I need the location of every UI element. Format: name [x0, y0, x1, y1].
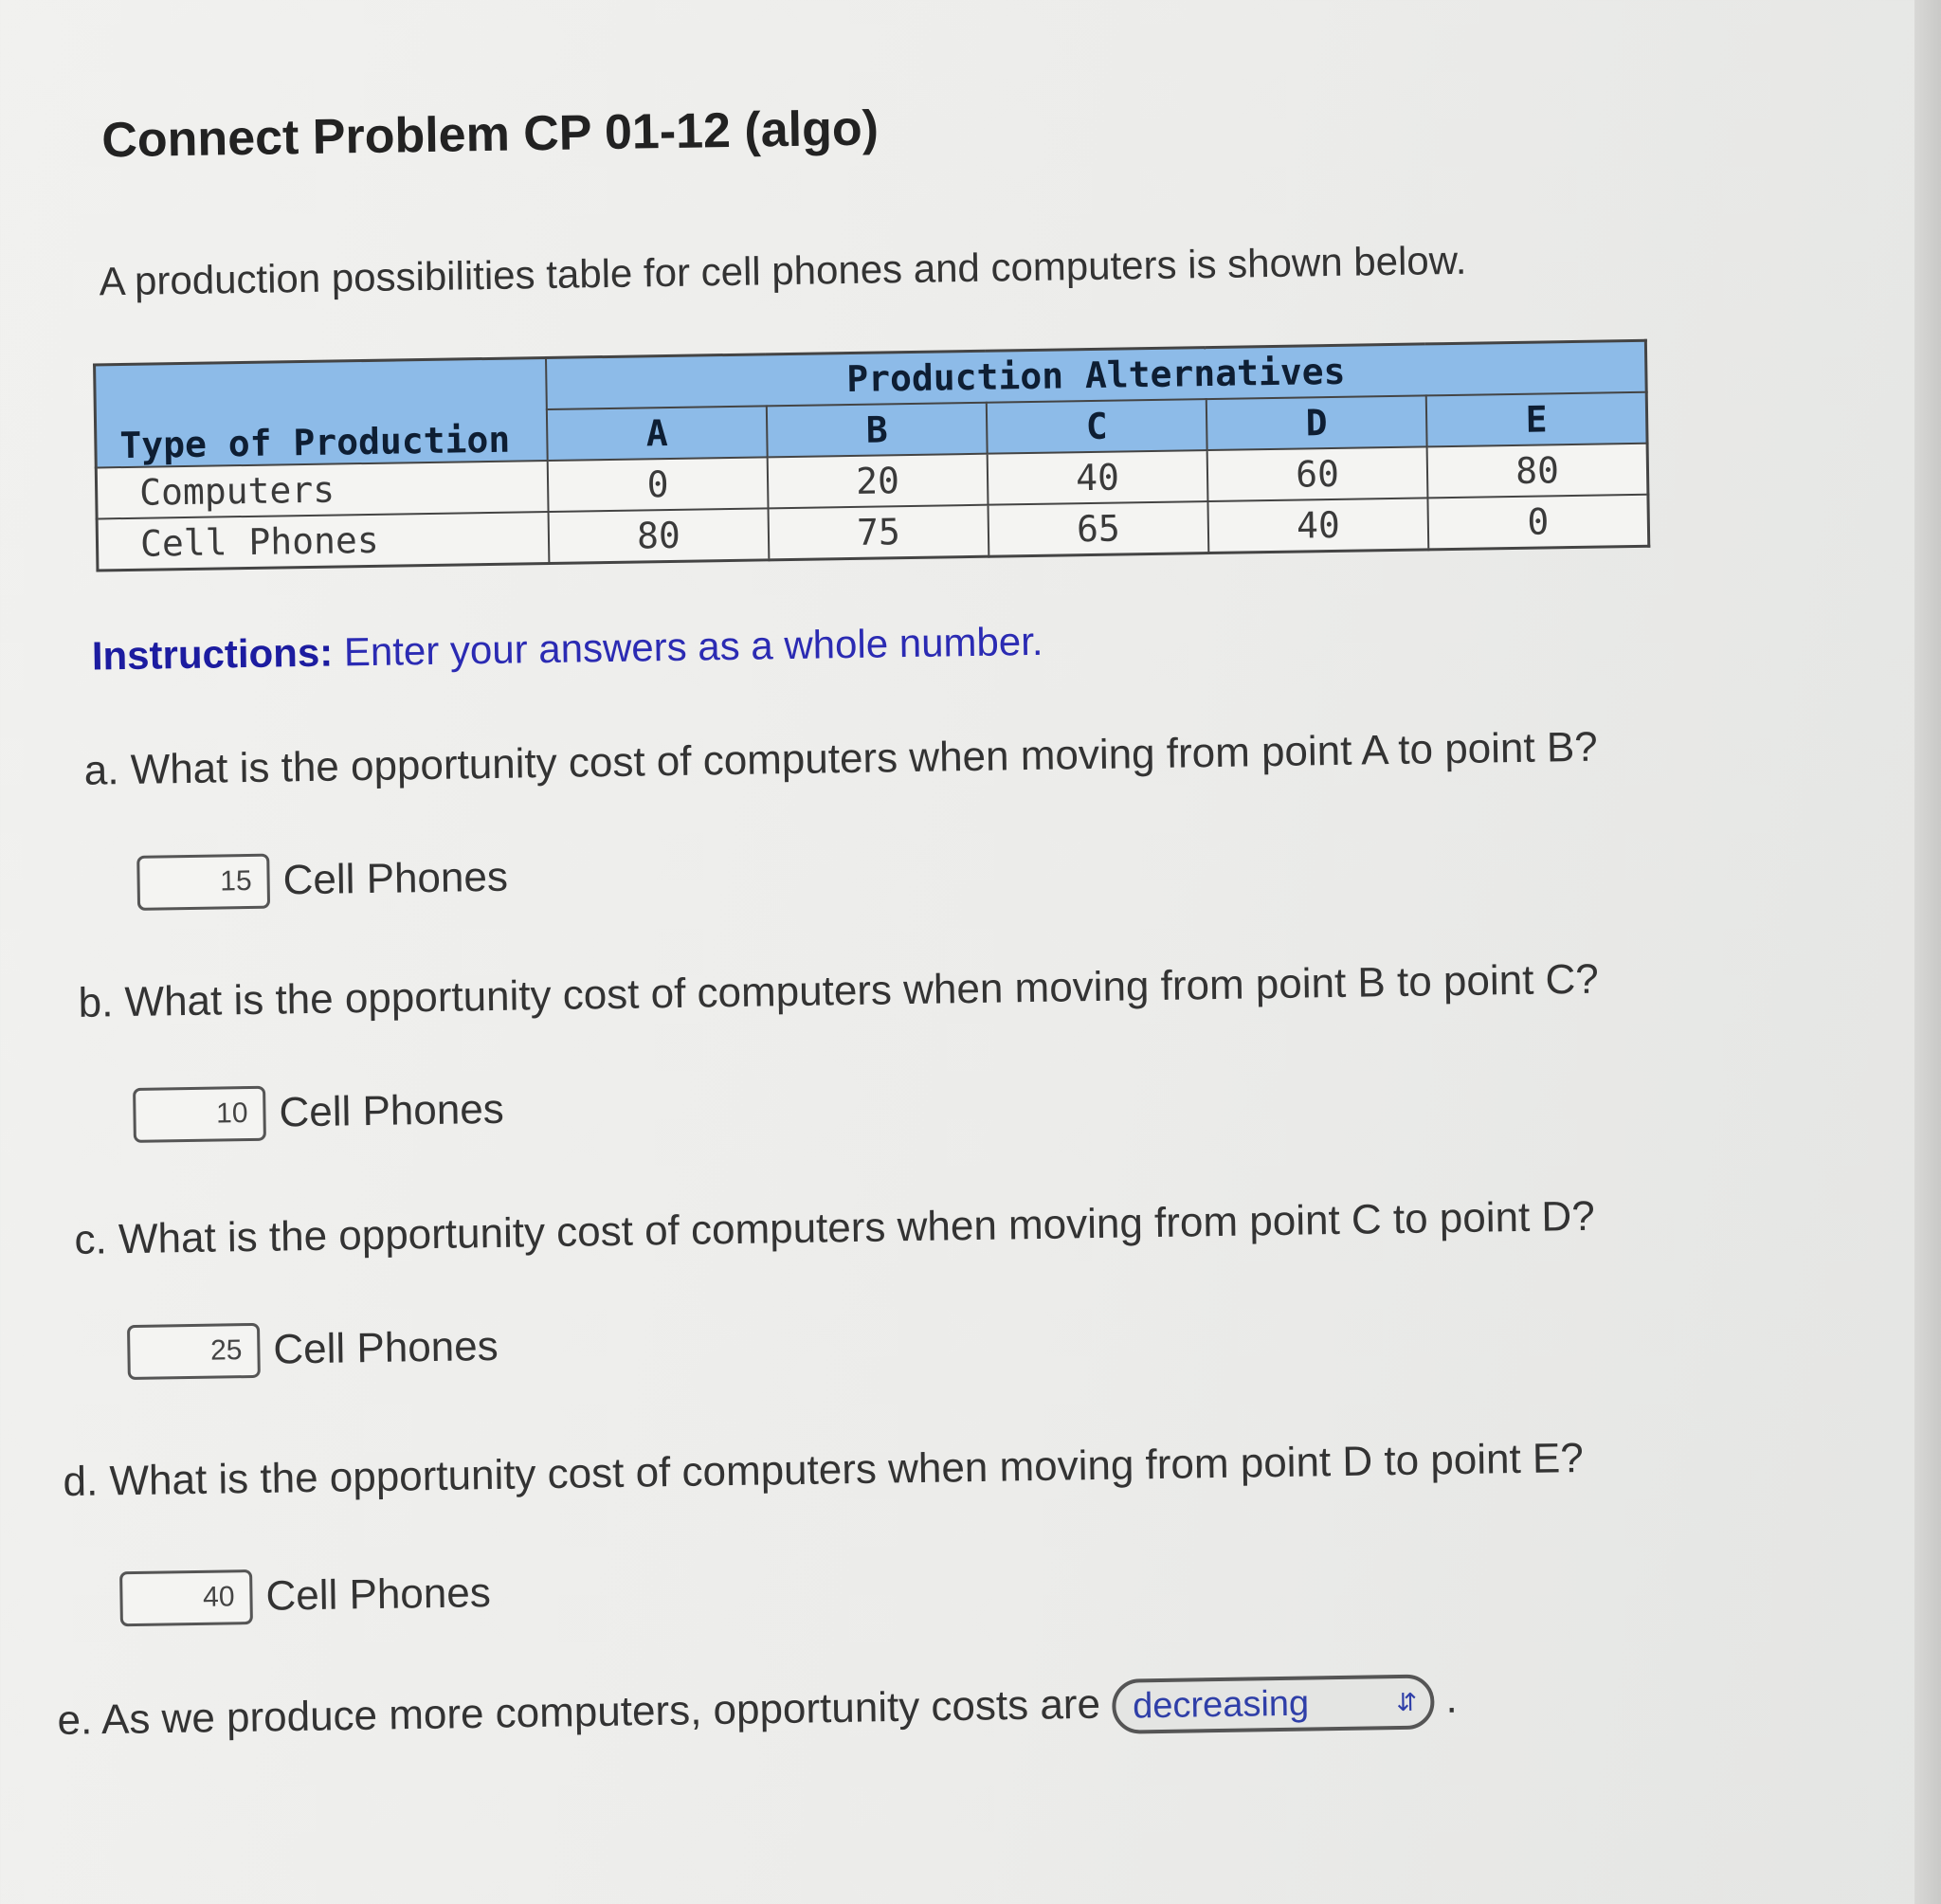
table-cell: 20 — [767, 453, 989, 509]
production-possibilities-table: Type of Production Production Alternativ… — [93, 338, 1651, 572]
question-a: a. What is the opportunity cost of compu… — [83, 724, 1598, 795]
question-b: b. What is the opportunity cost of compu… — [78, 956, 1599, 1027]
column-header: E — [1425, 391, 1648, 447]
intro-text: A production possibilities table for cel… — [99, 237, 1467, 304]
question-text: What is the opportunity cost of computer… — [109, 1434, 1585, 1505]
answer-row-d: 40 Cell Phones — [119, 1566, 492, 1627]
trailing-period: . — [1444, 1675, 1458, 1722]
question-letter: b. — [78, 979, 114, 1026]
question-text: What is the opportunity cost of computer… — [118, 1192, 1596, 1263]
page-title: Connect Problem CP 01-12 (algo) — [100, 100, 880, 169]
question-letter: c. — [74, 1216, 108, 1263]
column-header: B — [766, 402, 988, 458]
table-cell: 65 — [988, 501, 1209, 557]
question-e: e. As we produce more computers, opportu… — [57, 1674, 1458, 1750]
answer-row-a: 15 Cell Phones — [136, 850, 508, 911]
updown-chevron-icon: ⇵ — [1396, 1687, 1418, 1716]
answer-unit: Cell Phones — [282, 853, 509, 904]
instructions: Instructions: Enter your answers as a wh… — [92, 619, 1043, 680]
answer-row-c: 25 Cell Phones — [126, 1319, 499, 1381]
screen-edge — [1914, 0, 1941, 1904]
instructions-text: Enter your answers as a whole number. — [343, 618, 1043, 675]
question-d: d. What is the opportunity cost of compu… — [63, 1435, 1584, 1506]
row-label: Cell Phones — [97, 511, 550, 571]
answer-input-b[interactable]: 10 — [133, 1085, 266, 1143]
question-text: What is the opportunity cost of computer… — [130, 723, 1599, 793]
answer-input-c[interactable]: 25 — [126, 1322, 261, 1381]
question-text: What is the opportunity cost of computer… — [124, 955, 1600, 1026]
column-header: D — [1206, 395, 1427, 451]
table-cell: 40 — [1207, 498, 1429, 553]
question-letter: a. — [83, 747, 119, 794]
row-header: Type of Production — [94, 357, 548, 468]
select-value: decreasing — [1132, 1683, 1310, 1726]
question-letter: d. — [63, 1458, 99, 1506]
table-cell: 40 — [987, 450, 1208, 505]
question-text: As we produce more computers, opportunit… — [100, 1680, 1101, 1744]
answer-unit: Cell Phones — [279, 1085, 505, 1136]
table-cell: 60 — [1206, 446, 1428, 502]
answer-input-d[interactable]: 40 — [119, 1569, 253, 1627]
table-cell: 75 — [768, 504, 989, 560]
instructions-label: Instructions: — [91, 629, 334, 679]
column-header: C — [986, 399, 1207, 454]
table-cell: 80 — [548, 508, 770, 564]
row-label: Computers — [96, 460, 549, 519]
question-letter: e. — [57, 1696, 93, 1744]
problem-page: Connect Problem CP 01-12 (algo) A produc… — [0, 0, 1941, 1904]
question-c: c. What is the opportunity cost of compu… — [74, 1193, 1595, 1264]
answer-unit: Cell Phones — [265, 1569, 492, 1620]
answer-unit: Cell Phones — [273, 1322, 499, 1373]
answer-input-a[interactable]: 15 — [136, 853, 271, 911]
answer-row-b: 10 Cell Phones — [133, 1082, 504, 1143]
column-header: A — [546, 406, 768, 461]
opportunity-cost-select[interactable]: decreasing ⇵ — [1111, 1674, 1435, 1734]
table-cell: 0 — [1427, 494, 1649, 550]
table-cell: 80 — [1426, 443, 1648, 499]
table-cell: 0 — [547, 457, 769, 512]
